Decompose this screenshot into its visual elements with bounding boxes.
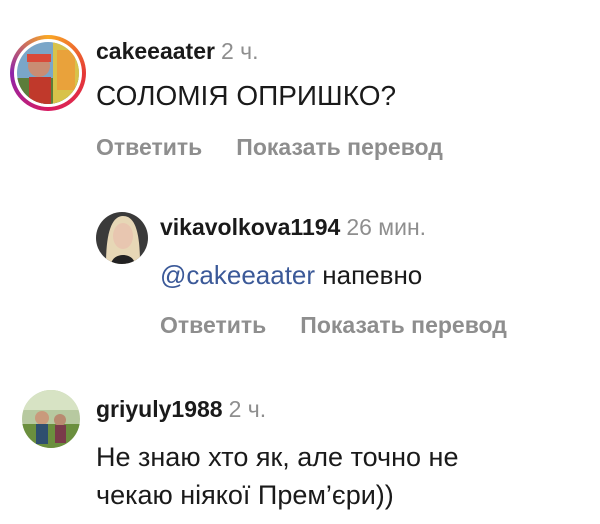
comment-text: СОЛОМІЯ ОПРИШКО?	[96, 80, 397, 111]
mention-link[interactable]: @cakeeaater	[160, 260, 315, 290]
avatar[interactable]	[17, 42, 79, 104]
avatar[interactable]	[96, 212, 148, 264]
comment-text-line: чекаю ніякої Прем’єри))	[96, 480, 394, 510]
show-translation-button[interactable]: Показать перевод	[300, 312, 507, 339]
timestamp: 26 мин.	[346, 214, 427, 240]
username[interactable]: vikavolkova1194	[160, 214, 340, 240]
reply-button[interactable]: Ответить	[96, 134, 202, 161]
timestamp: 2 ч.	[228, 396, 267, 422]
username[interactable]: cakeeaater	[96, 38, 215, 64]
username[interactable]: griyuly1988	[96, 396, 223, 422]
show-translation-button[interactable]: Показать перевод	[236, 134, 443, 161]
reply-button[interactable]: Ответить	[160, 312, 266, 339]
story-ring[interactable]	[10, 35, 86, 111]
comment-body: напевно	[322, 260, 423, 290]
comment-text: Не знаю хто як, але точно не чекаю ніяко…	[96, 438, 458, 514]
timestamp: 2 ч.	[220, 38, 259, 64]
comment-text-line: Не знаю хто як, але точно не	[96, 442, 459, 472]
avatar[interactable]	[22, 390, 80, 448]
comment-text: @cakeeaater напевно	[160, 260, 422, 291]
